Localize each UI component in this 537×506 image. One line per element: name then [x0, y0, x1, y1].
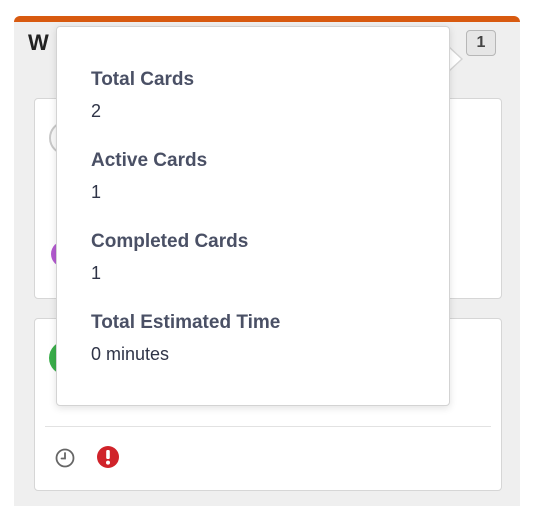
stat-value-total-estimated-time: 0 minutes [91, 344, 170, 364]
card-count-badge[interactable]: 1 [466, 30, 496, 56]
column-stats-popover: Total Cards 2 Active Cards 1 Completed C… [56, 26, 450, 406]
stat-label-active-cards: Active Cards [91, 150, 208, 171]
alert-icon[interactable] [96, 445, 120, 469]
column-title[interactable]: W [28, 30, 49, 56]
card-divider [45, 426, 491, 427]
stat-label-completed-cards: Completed Cards [91, 231, 249, 252]
clock-icon[interactable] [54, 447, 76, 469]
stat-label-total-cards: Total Cards [91, 69, 195, 90]
stat-value-total-cards: 2 [91, 101, 102, 121]
stat-value-active-cards: 1 [91, 182, 102, 202]
stat-label-total-estimated-time: Total Estimated Time [91, 312, 281, 333]
stat-value-completed-cards: 1 [91, 263, 102, 283]
